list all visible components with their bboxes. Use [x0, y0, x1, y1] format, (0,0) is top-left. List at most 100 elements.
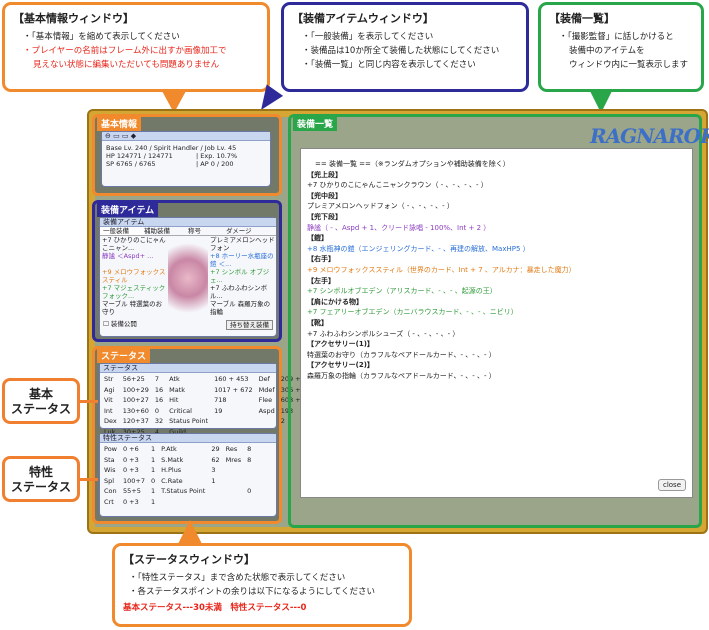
equip-slot-heading: 【鎧】 [307, 234, 328, 243]
equip-slot-heading: 【アクセサリー(2)】 [307, 361, 374, 370]
callout-line: ・「一般装備」を表示してください [302, 32, 434, 42]
equip-slot-heading: 【兜上段】 [307, 170, 342, 179]
status-table: Str 56+25 7 Atk 160 + 453 Def 209 + 223 Agi 100+… [100, 373, 319, 438]
callout-note: 基本ステータス---30未満 特性ステータス---0 [123, 603, 307, 613]
status-row: Agi 100+29 16 Matk 1017 + 672 Mdef 306 + 50 [102, 386, 317, 395]
callout-equip-list: 【装備一覧】 ・「撮影監督」に話しかけると 装備中のアイテムを ウィンドウ内に一… [538, 2, 704, 92]
status-cell: 1 [150, 487, 156, 495]
status-cell: 19 [214, 406, 223, 415]
equip-footer: ☐ 装備公開 持ち替え装備 [100, 320, 276, 330]
tab-support[interactable]: 補助装備 [144, 227, 188, 235]
status-cell: 100+27 [122, 396, 149, 404]
equip-slot-right[interactable]: プレミアメロンヘッドフォン [210, 236, 276, 252]
status-cell: Dex [104, 417, 117, 425]
status-cell: 0 +3 [122, 455, 139, 464]
close-button[interactable]: close [657, 479, 686, 491]
status-cell: 3 [211, 466, 216, 474]
status-row: Sta 0 +3 1 S.Matk 62 Mres 8 [102, 456, 253, 465]
status-cell: 1 [211, 476, 216, 485]
callout-line: ・「装備一覧」と同じ内容を表示してください [302, 60, 476, 70]
equip-list-window: == 装備一覧 ==（※ランダムオプションや補助装備を除く） 【兜上段】 +7 ひ… [300, 148, 693, 498]
equip-slot-left[interactable]: マーブル 特選葉のお守り [102, 300, 168, 316]
equip-item-line: 静謐（ - 、Aspd + 1、クリード詠唱 - 100%、Int + 2 ） [307, 223, 491, 232]
status-window: ステータス Str 56+25 7 Atk 160 + 453 Def 209 + 223 A… [99, 363, 315, 436]
status-row: Str 56+25 7 Atk 160 + 453 Def 209 + 223 [102, 375, 317, 384]
status-cell: 32 [154, 417, 164, 425]
equip-slot-right[interactable]: +7 シンボル オブジェ... [210, 268, 276, 284]
callout-title: 【装備アイテムウィンドウ】 [292, 12, 434, 25]
callout-line: ・装備品は10か所全て装備した状態にしてください [292, 44, 518, 58]
status-cell: 1 [150, 466, 156, 474]
equip-slots: +7 ひかりのこにゃんこニャン... 静謐 ＜Aspd+ ... +9 メロウフ… [100, 236, 276, 320]
basic-info-hp-row: HP 124771 / 124771 | Exp. 10.7% [102, 152, 270, 160]
ragnarok-logo: RAGNAROK [590, 124, 709, 148]
status-cell: 120+37 [122, 417, 149, 425]
equip-slot-left[interactable]: +7 マジェスティックフォック... [102, 284, 168, 300]
exp-text: | Exp. 10.7% [196, 152, 238, 160]
callout-line: 装備中のアイテムを [569, 46, 645, 56]
panel-title: 装備アイテム [97, 202, 159, 217]
status-window-title[interactable]: ステータス [100, 364, 276, 373]
equip-slot-left[interactable]: +9 メロウフォックススティル [102, 268, 168, 284]
status-cell: Matk [169, 385, 186, 394]
equip-slot-right[interactable]: マーブル 森羅万象の指輪 [210, 300, 276, 316]
status-cell [209, 487, 221, 496]
status-cell: 8 [247, 455, 252, 464]
status-cell: 1017 + 672 [214, 385, 253, 394]
equip-public-checkbox[interactable]: ☐ 装備公開 [103, 320, 137, 330]
label-basic-status: 基本 ステータス [2, 378, 80, 424]
equip-slot-left[interactable]: +7 ひかりのこにゃんこニャン... [102, 236, 168, 252]
status-cell: S.Matk [161, 455, 184, 464]
status-cell: Vit [104, 396, 113, 404]
equip-slot-right[interactable]: +7 ふわふわシンボル... [210, 284, 276, 300]
basic-info-titlebar[interactable]: ⊖ ▭ ▭ ◆ [102, 132, 270, 141]
equip-slot-heading: 【兜中段】 [307, 191, 342, 200]
tab-title[interactable]: 称号 [188, 227, 226, 235]
callout-line: ・各ステータスポイントの余りは以下になるようにしてください [129, 587, 375, 597]
status-cell: 1 [150, 497, 156, 506]
status-cell [245, 466, 253, 475]
status-cell: 16 [154, 396, 164, 404]
ap-text: | AP 0 / 200 [196, 160, 234, 168]
status-cell: 0 +3 [122, 466, 139, 474]
status-cell: P.Atk [161, 445, 177, 453]
status-cell: 0 +3 [122, 497, 139, 506]
callout-equip-window: 【装備アイテムウィンドウ】 ・「一般装備」を表示してください ・装備品は10か所… [281, 2, 529, 92]
status-row: Pow 0 +6 1 P.Atk 29 Res 8 [102, 445, 253, 454]
equip-item-line: +7 フェアリーオブエデン（カニバラウスカード、- 、- 、ニビリ） [307, 308, 518, 317]
equip-slot-heading: 【右手】 [307, 255, 335, 264]
trait-table: Pow 0 +6 1 P.Atk 29 Res 8 Sta 0 +3 1 S.Matk 62 Mres 8… [100, 443, 255, 508]
equip-public-label: 装備公開 [110, 320, 137, 328]
equip-list-header: == 装備一覧 ==（※ランダムオプションや補助装備を除く） [315, 160, 510, 168]
status-cell: Sta [104, 455, 115, 464]
hp-text: HP 124771 / 124771 [106, 152, 173, 160]
equip-slot-right[interactable]: +8 ホーリー水瓶座の鎧 ＜... [210, 252, 276, 268]
status-cell [159, 498, 207, 507]
status-cell: 29 [211, 445, 220, 453]
label-line: 基本 [28, 387, 53, 401]
status-cell [245, 498, 253, 507]
basic-info-window: ⊖ ▭ ▭ ◆ Base Lv. 240 / Spirit Handler / … [101, 131, 271, 187]
callout-line: ・「撮影監督」に話しかけると [559, 32, 674, 42]
tab-general[interactable]: 一般装備 [100, 227, 144, 235]
status-row: Crt 0 +3 1 [102, 498, 253, 507]
trait-window: 特性ステータス Pow 0 +6 1 P.Atk 29 Res 8 Sta 0 +3 1 S.Mat… [99, 433, 277, 517]
status-cell [212, 417, 255, 426]
swap-equip-button[interactable]: 持ち替え装備 [226, 320, 273, 330]
callout-line-text: ・装備品は10か所全て装備した状態にしてください [302, 46, 500, 56]
panel-title: 基本情報 [97, 116, 142, 131]
equip-slot-heading: 【肩にかける物】 [307, 297, 363, 306]
equip-window-title[interactable]: 装備アイテム [100, 218, 276, 227]
callout-line: ウィンドウ内に一覧表示します [569, 60, 689, 70]
status-cell: T.Status Point [161, 487, 206, 495]
status-cell [257, 417, 277, 426]
trait-window-title[interactable]: 特性ステータス [100, 434, 276, 443]
tab-damage[interactable]: ダメージ [226, 227, 252, 235]
equip-slot-left[interactable]: 静謐 ＜Aspd+ ... [102, 252, 168, 268]
status-cell [245, 477, 253, 486]
equip-item-line: プレミアメロンヘッドフォン（ - 、- 、- 、- ） [307, 202, 454, 211]
status-cell [224, 477, 244, 486]
status-cell: 56+25 [122, 375, 145, 383]
equip-right-column: プレミアメロンヘッドフォン +8 ホーリー水瓶座の鎧 ＜... +7 シンボル … [208, 236, 276, 320]
status-cell: 718 [214, 396, 227, 404]
